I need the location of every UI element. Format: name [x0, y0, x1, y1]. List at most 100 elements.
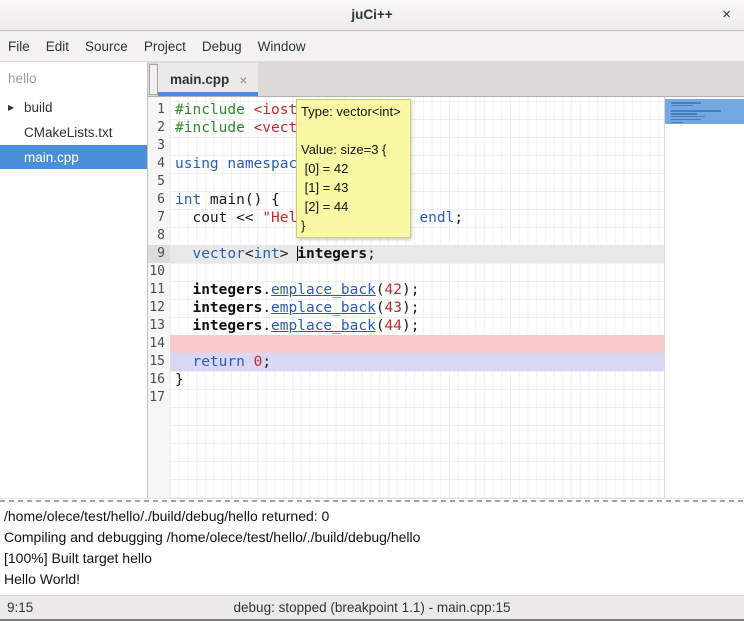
code-token: emplace_back [271, 300, 376, 316]
line-number[interactable]: 15 [148, 353, 170, 371]
code-token: using [175, 156, 219, 172]
code-text[interactable] [170, 335, 664, 353]
code-token [245, 120, 254, 136]
expander-triangle-icon[interactable]: ▶ [0, 103, 24, 112]
window-close-icon[interactable]: × [722, 0, 731, 30]
debug-value-tooltip: Type: vector<int>Value: size=3 { [0] = 4… [296, 99, 411, 238]
line-number[interactable]: 10 [148, 263, 170, 281]
code-line-11[interactable]: 11 integers.emplace_back(42); [148, 281, 664, 299]
code-token [175, 318, 192, 334]
line-number[interactable]: 11 [148, 281, 170, 299]
code-text[interactable]: vector<int> integers; [170, 245, 664, 263]
code-text[interactable] [170, 227, 664, 245]
line-number[interactable]: 1 [148, 101, 170, 119]
menu-item-debug[interactable]: Debug [194, 31, 250, 61]
code-token: integers [297, 246, 367, 262]
line-number[interactable]: 16 [148, 371, 170, 389]
code-token: int [254, 246, 280, 262]
code-line-10[interactable]: 10 [148, 263, 664, 281]
code-token: main() { [201, 192, 280, 208]
code-token: . [262, 282, 271, 298]
menu-item-edit[interactable]: Edit [38, 31, 77, 61]
code-token [175, 354, 192, 370]
code-text[interactable]: #include <iostream> [170, 101, 664, 119]
tooltip-line: Value: size=3 { [301, 140, 406, 159]
code-line-15[interactable]: 15 return 0; [148, 353, 664, 371]
code-text[interactable]: return 0; [170, 353, 664, 371]
juci-window: juCi++ × FileEditSourceProjectDebugWindo… [0, 0, 744, 621]
terminal-line: Hello World! [4, 569, 740, 590]
line-number[interactable]: 12 [148, 299, 170, 317]
code-text[interactable] [170, 263, 664, 281]
line-number[interactable]: 17 [148, 389, 170, 407]
line-number[interactable]: 4 [148, 155, 170, 173]
code-token: ); [402, 318, 419, 334]
tooltip-line: [2] = 44 [301, 197, 406, 216]
terminal-output[interactable]: /home/olece/test/hello/./build/debug/hel… [0, 503, 744, 595]
code-line-17[interactable]: 17 [148, 389, 664, 407]
code-token: > [280, 246, 297, 262]
code-text[interactable]: using namespace std; [170, 155, 664, 173]
sidebar-item-cmakelists-txt[interactable]: CMakeLists.txt [0, 120, 147, 144]
line-number[interactable]: 5 [148, 173, 170, 191]
code-token: ( [376, 300, 385, 316]
minimap[interactable] [665, 97, 744, 498]
minimap-code-line [671, 105, 693, 107]
code-text[interactable] [170, 389, 664, 407]
code-editor[interactable]: 1#include <iostream>2#include <vector>34… [148, 97, 744, 498]
tooltip-line [301, 121, 406, 140]
minimap-code-line [671, 116, 705, 118]
line-number[interactable]: 6 [148, 191, 170, 209]
code-text[interactable]: integers.emplace_back(44); [170, 317, 664, 335]
menu-item-source[interactable]: Source [77, 31, 136, 61]
menu-item-file[interactable]: File [0, 31, 38, 61]
menu-item-project[interactable]: Project [136, 31, 194, 61]
code-text[interactable]: int main() { [170, 191, 664, 209]
code-token: 43 [385, 300, 402, 316]
minimap-viewport[interactable] [665, 99, 744, 124]
tab-close-icon[interactable]: × [239, 72, 247, 88]
line-number[interactable]: 3 [148, 137, 170, 155]
file-tree-sidebar[interactable]: hello ▶buildCMakeLists.txtmain.cpp [0, 62, 148, 498]
code-line-16[interactable]: 16} [148, 371, 664, 389]
menu-item-window[interactable]: Window [250, 31, 314, 61]
project-name-label: hello [0, 62, 147, 86]
pane-handle[interactable] [149, 64, 158, 95]
line-number[interactable]: 2 [148, 119, 170, 137]
code-text[interactable] [170, 173, 664, 191]
active-tab-indicator [158, 92, 258, 96]
code-line-9[interactable]: 9 vector<int> integers; [148, 245, 664, 263]
code-token: integers [192, 300, 262, 316]
code-text[interactable]: #include <vector> [170, 119, 664, 137]
minimap-code-line [671, 110, 721, 112]
code-line-12[interactable]: 12 integers.emplace_back(43); [148, 299, 664, 317]
line-number[interactable]: 9 [148, 245, 170, 263]
code-token: endl [419, 210, 454, 226]
line-number[interactable]: 14 [148, 335, 170, 353]
code-text[interactable]: cout << "Hello World!" << endl; [170, 209, 664, 227]
code-text[interactable]: } [170, 371, 664, 389]
code-text[interactable] [170, 137, 664, 155]
line-number[interactable]: 7 [148, 209, 170, 227]
window-title: juCi++ [0, 0, 744, 30]
code-text[interactable]: integers.emplace_back(43); [170, 299, 664, 317]
code-text[interactable]: integers.emplace_back(42); [170, 281, 664, 299]
menu-bar: FileEditSourceProjectDebugWindow [0, 31, 744, 62]
tab-label: main.cpp [170, 72, 229, 87]
code-token: ( [376, 318, 385, 334]
sidebar-item-build[interactable]: ▶build [0, 95, 147, 119]
code-token: integers [192, 318, 262, 334]
code-token: } [175, 372, 184, 388]
terminal-line: [100%] Built target hello [4, 548, 740, 569]
code-line-14[interactable]: 14 [148, 335, 664, 353]
code-token: return [192, 354, 244, 370]
code-token: #include [175, 120, 245, 136]
line-number[interactable]: 13 [148, 317, 170, 335]
sidebar-item-label: build [24, 100, 53, 115]
sidebar-item-main-cpp[interactable]: main.cpp [0, 145, 147, 169]
line-number[interactable]: 8 [148, 227, 170, 245]
code-token: ; [262, 354, 271, 370]
splitter-dashes [0, 500, 744, 502]
sidebar-item-label: main.cpp [24, 150, 79, 165]
code-line-13[interactable]: 13 integers.emplace_back(44); [148, 317, 664, 335]
